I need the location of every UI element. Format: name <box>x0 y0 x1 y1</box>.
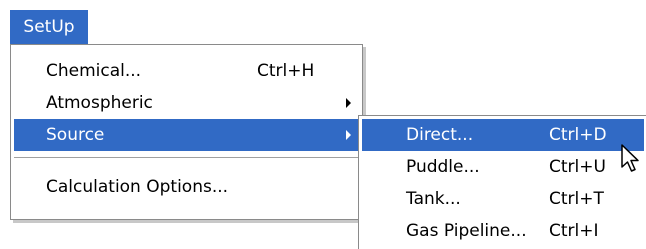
menu-item-shortcut: Ctrl+U <box>549 157 606 177</box>
menu-item-label: Calculation Options... <box>46 177 229 197</box>
menu-item-label: Puddle... <box>406 157 480 177</box>
menu-item-label: Source <box>46 125 105 145</box>
menu-item-atmospheric[interactable]: Atmospheric <box>14 87 359 119</box>
menu-separator <box>14 157 359 159</box>
mouse-pointer-icon <box>621 144 639 172</box>
menu-bar: SetUp <box>0 0 646 46</box>
menu-item-label: Atmospheric <box>46 93 153 113</box>
submenu-item-tank[interactable]: Tank... Ctrl+T <box>362 183 644 215</box>
submenu-arrow-icon <box>346 130 351 140</box>
menu-item-shortcut: Ctrl+I <box>549 221 599 241</box>
menu-item-shortcut: Ctrl+T <box>549 189 604 209</box>
source-submenu: Direct... Ctrl+D Puddle... Ctrl+U Tank..… <box>358 115 646 249</box>
menu-item-label: Direct... <box>406 125 474 145</box>
menu-setup[interactable]: SetUp <box>10 10 88 44</box>
submenu-item-gas-pipeline[interactable]: Gas Pipeline... Ctrl+I <box>362 215 644 247</box>
menu-item-source[interactable]: Source <box>14 119 359 151</box>
submenu-item-direct[interactable]: Direct... Ctrl+D <box>362 119 644 151</box>
menu-item-chemical[interactable]: Chemical... Ctrl+H <box>14 55 359 87</box>
submenu-item-puddle[interactable]: Puddle... Ctrl+U <box>362 151 644 183</box>
menu-item-label: Tank... <box>406 189 461 209</box>
menu-item-shortcut: Ctrl+D <box>549 125 607 145</box>
submenu-arrow-icon <box>346 98 351 108</box>
menu-item-label: Chemical... <box>46 61 142 81</box>
menu-item-shortcut: Ctrl+H <box>257 61 315 81</box>
menu-item-calculation-options[interactable]: Calculation Options... <box>14 171 359 203</box>
menu-item-label: Gas Pipeline... <box>406 221 527 241</box>
setup-dropdown-menu: Chemical... Ctrl+H Atmospheric Source Ca… <box>10 44 363 220</box>
